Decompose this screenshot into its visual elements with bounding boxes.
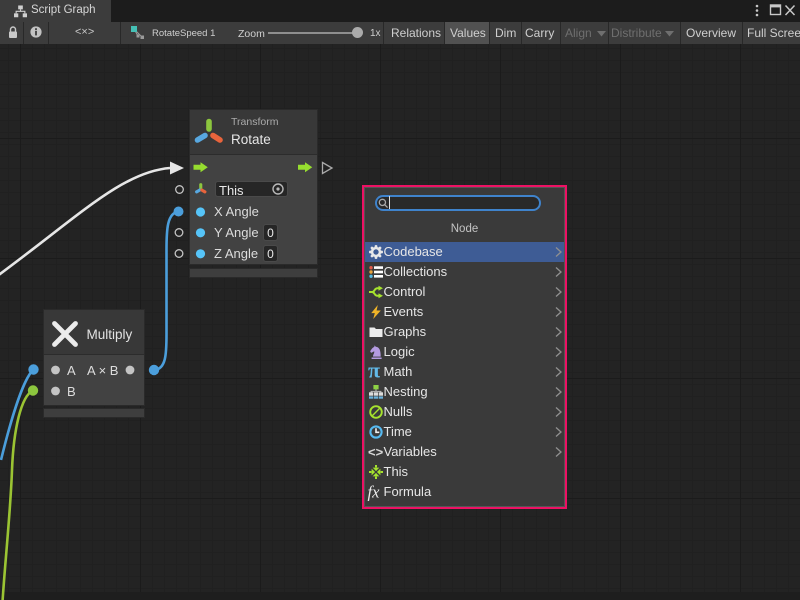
svg-text:<>: <> xyxy=(368,445,384,460)
svg-text:π: π xyxy=(368,358,380,383)
svg-text:fx: fx xyxy=(368,483,381,502)
